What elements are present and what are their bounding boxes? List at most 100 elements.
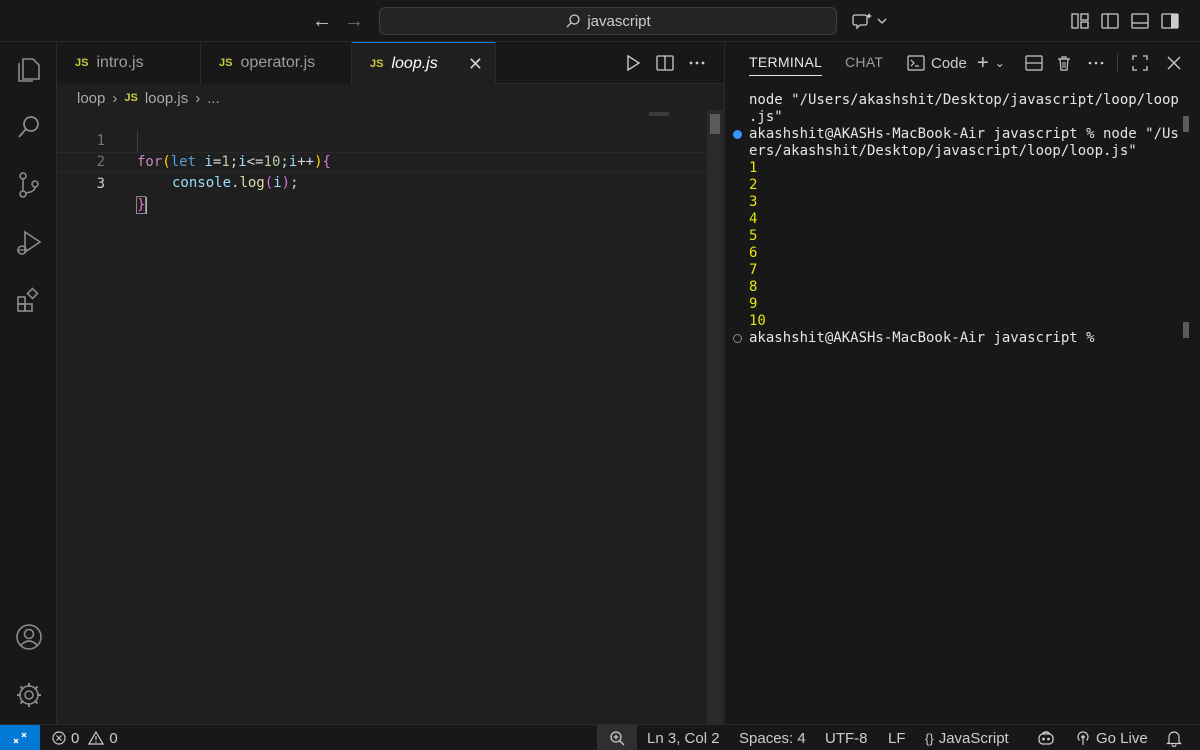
- language-label: JavaScript: [938, 729, 1009, 747]
- extensions-icon[interactable]: [14, 286, 44, 316]
- braces-icon: {}: [925, 730, 934, 746]
- source-control-icon[interactable]: [14, 170, 44, 200]
- maximize-panel-icon[interactable]: [1131, 52, 1149, 74]
- terminal-icon: [907, 55, 925, 71]
- end-of-line[interactable]: LF: [888, 725, 906, 750]
- activity-bar: [0, 42, 57, 724]
- editor-scrollbar-thumb[interactable]: [710, 114, 720, 134]
- terminal-output-line: 1: [749, 160, 758, 176]
- accounts-icon[interactable]: [14, 622, 44, 652]
- notifications-bell-icon[interactable]: [1165, 729, 1183, 747]
- breadcrumb: loop › JS loop.js › ...: [77, 88, 220, 108]
- code-line: 1 for(let i=1;i<=10;i++){: [57, 110, 707, 170]
- search-sidebar-icon[interactable]: [14, 112, 44, 142]
- terminal-line: node "/Users/akashshit/Desktop/javascrip…: [749, 92, 1179, 108]
- editor-group: JS intro.js JS operator.js JS loop.js ✕ …: [57, 42, 724, 724]
- indentation[interactable]: Spaces: 4: [739, 725, 806, 750]
- trash-icon[interactable]: [1055, 52, 1073, 74]
- tab-loop-js[interactable]: JS loop.js ✕: [352, 42, 496, 84]
- error-icon: [52, 731, 66, 745]
- language-mode[interactable]: {} JavaScript: [925, 725, 1009, 750]
- back-arrow-icon[interactable]: ←: [310, 9, 334, 33]
- terminal-scrollbar-marker[interactable]: [1183, 116, 1189, 132]
- js-file-icon: JS: [370, 57, 384, 70]
- tab-label: operator.js: [240, 54, 316, 71]
- forward-arrow-icon[interactable]: →: [342, 9, 366, 33]
- divider: [1117, 54, 1118, 72]
- new-terminal-button[interactable]: + ⌄: [977, 52, 1005, 74]
- search-text: javascript: [587, 12, 651, 30]
- tab-label: loop.js: [391, 54, 438, 72]
- status-bar: 0 0 Ln 3, Col 2 Spaces: 4 UTF-8 LF {} Ja…: [0, 724, 1200, 750]
- js-file-icon: JS: [124, 92, 138, 104]
- toggle-panel-icon[interactable]: [1130, 11, 1150, 31]
- go-live-label: Go Live: [1096, 729, 1148, 747]
- search-icon: [566, 14, 580, 28]
- zoom-button[interactable]: [597, 725, 637, 750]
- terminal-line: .js": [749, 109, 783, 125]
- terminal-prompt: akashshit@AKASHs-MacBook-Air javascript …: [749, 330, 1104, 346]
- terminal-output-line: 9: [749, 296, 758, 312]
- close-panel-icon[interactable]: [1165, 52, 1183, 74]
- command-pending-icon[interactable]: [733, 334, 742, 343]
- js-file-icon: JS: [75, 57, 89, 69]
- terminal-output-line: 6: [749, 245, 758, 261]
- split-terminal-icon[interactable]: [1025, 52, 1043, 74]
- remote-indicator[interactable]: [0, 725, 40, 750]
- terminal-profile-label: Code: [931, 54, 967, 72]
- terminal-output-line: 8: [749, 279, 758, 295]
- command-success-icon[interactable]: [733, 130, 742, 139]
- warning-count: 0: [109, 729, 118, 747]
- terminal-output-line: 5: [749, 228, 758, 244]
- terminal-panel: TERMINAL CHAT Code + ⌄ node "/Users/akash…: [724, 42, 1200, 724]
- manage-gear-icon[interactable]: [14, 680, 44, 710]
- tab-terminal[interactable]: TERMINAL: [749, 54, 823, 76]
- terminal-line: akashshit@AKASHs-MacBook-Air javascript …: [749, 126, 1179, 142]
- terminal-output-line: 3: [749, 194, 758, 210]
- close-icon[interactable]: ✕: [468, 55, 483, 73]
- warning-icon: [88, 731, 105, 745]
- run-and-debug-icon[interactable]: [14, 228, 44, 258]
- broadcast-icon: [1077, 731, 1089, 745]
- tab-intro-js[interactable]: JS intro.js: [57, 42, 201, 84]
- more-actions-icon[interactable]: [1087, 52, 1105, 74]
- cursor-position[interactable]: Ln 3, Col 2: [647, 725, 720, 750]
- command-center-search[interactable]: javascript: [379, 7, 837, 35]
- chevron-right-icon: ›: [112, 89, 118, 107]
- remote-icon: [13, 732, 27, 744]
- code-line: 2 console.log(i);: [57, 131, 707, 191]
- toggle-primary-sidebar-icon[interactable]: [1100, 11, 1120, 31]
- line-number: 3: [96, 176, 105, 192]
- minimap[interactable]: [649, 112, 669, 116]
- tab-operator-js[interactable]: JS operator.js: [201, 42, 352, 84]
- encoding[interactable]: UTF-8: [825, 725, 868, 750]
- split-editor-icon[interactable]: [655, 53, 675, 73]
- tab-label: intro.js: [96, 54, 144, 71]
- plus-icon: +: [977, 51, 989, 74]
- terminal-scrollbar-marker[interactable]: [1183, 322, 1189, 338]
- breadcrumb-symbol[interactable]: ...: [207, 90, 220, 107]
- editor-scrollbar[interactable]: [707, 110, 723, 724]
- chevron-down-icon: ⌄: [994, 56, 1005, 70]
- problems-indicator[interactable]: 0 0: [52, 725, 118, 750]
- run-file-icon[interactable]: [623, 53, 643, 73]
- code-line-current: 3 }: [57, 152, 707, 214]
- copilot-sparkle-icon[interactable]: [852, 11, 888, 31]
- toggle-secondary-sidebar-icon[interactable]: [1160, 11, 1180, 31]
- tab-chat[interactable]: CHAT: [845, 54, 883, 70]
- text-cursor: [145, 196, 148, 214]
- go-live-button[interactable]: Go Live: [1075, 725, 1148, 750]
- terminal-profile-button[interactable]: Code: [907, 52, 967, 74]
- terminal-line: ers/akashshit/Desktop/javascript/loop/lo…: [749, 143, 1137, 159]
- terminal-output-line: 4: [749, 211, 758, 227]
- breadcrumb-file[interactable]: loop.js: [145, 90, 188, 107]
- error-count: 0: [71, 729, 80, 747]
- copilot-icon[interactable]: [1037, 729, 1055, 747]
- terminal-output-line: 2: [749, 177, 758, 193]
- explorer-icon[interactable]: [14, 54, 44, 84]
- customize-layout-icon[interactable]: [1070, 11, 1090, 31]
- js-file-icon: JS: [219, 57, 233, 69]
- more-actions-icon[interactable]: [687, 53, 707, 73]
- breadcrumb-folder[interactable]: loop: [77, 90, 105, 107]
- code-editor[interactable]: 1 for(let i=1;i<=10;i++){ 2 console.log(…: [57, 110, 707, 710]
